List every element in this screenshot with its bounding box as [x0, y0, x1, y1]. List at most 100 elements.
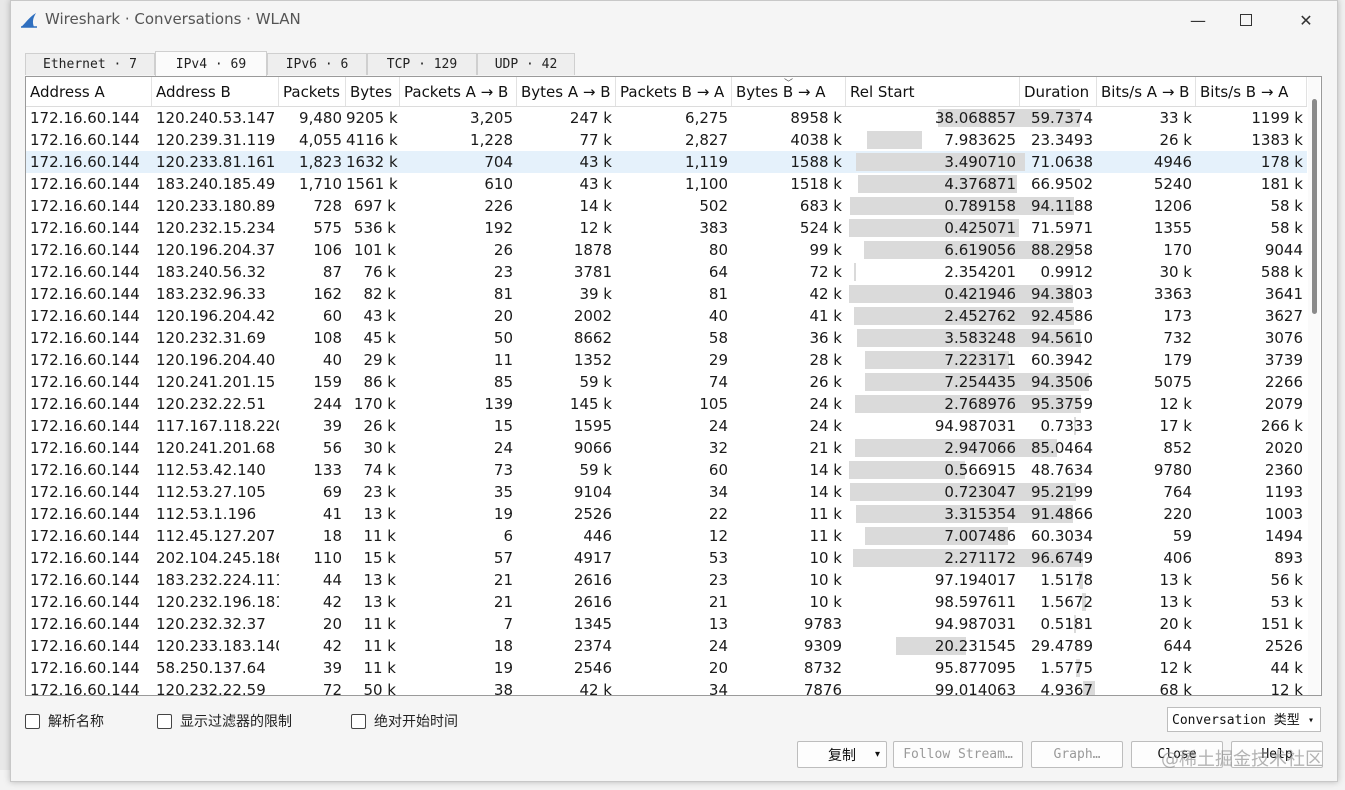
close-window-button[interactable]: ✕	[1283, 5, 1329, 35]
tab-ipv6[interactable]: IPv6 · 6	[267, 53, 367, 75]
column-header-duration[interactable]: Duration	[1020, 77, 1097, 106]
table-row[interactable]: 172.16.60.144 120.233.81.161 1,823 1632 k 70…	[26, 151, 1307, 173]
conversation-type-combo[interactable]: Conversation 类型 ▾	[1167, 707, 1321, 732]
cell-bytes: 15 k	[346, 547, 400, 569]
table-row[interactable]: 172.16.60.144 112.53.42.140 133 74 k 73 59 k 6…	[26, 459, 1307, 481]
column-header-packets-b-a[interactable]: Packets B → A	[616, 77, 732, 106]
column-header-bits-a-b[interactable]: Bits/s A → B	[1097, 77, 1196, 106]
cell-bytes: 50 k	[346, 679, 400, 695]
table-row[interactable]: 172.16.60.144 117.167.118.220 39 26 k 15 1595…	[26, 415, 1307, 437]
table-row[interactable]: 172.16.60.144 120.196.204.37 106 101 k 26 187…	[26, 239, 1307, 261]
resolve-names-checkbox[interactable]: 解析名称	[25, 711, 104, 731]
cell-text: 76 k	[363, 263, 396, 281]
table-row[interactable]: 172.16.60.144 183.232.96.33 162 82 k 81 39 k 8…	[26, 283, 1307, 305]
table-row[interactable]: 172.16.60.144 120.232.32.37 20 11 k 7 1345 13 9…	[26, 613, 1307, 635]
table-row[interactable]: 172.16.60.144 112.45.127.207 18 11 k 6 446 12 1…	[26, 525, 1307, 547]
column-header-packets-a-b[interactable]: Packets A → B	[400, 77, 517, 106]
cell-address-a: 172.16.60.144	[26, 151, 152, 173]
cell-text: 172.16.60.144	[30, 659, 140, 677]
table-row[interactable]: 172.16.60.144 120.233.183.140 42 11 k 18 2374…	[26, 635, 1307, 657]
table-row[interactable]: 172.16.60.144 112.53.27.105 69 23 k 35 9104 34…	[26, 481, 1307, 503]
cell-text: 183.240.185.49	[156, 175, 276, 193]
cell-rel-start: 98.597611	[846, 591, 1020, 613]
cell-text: 88.2958	[1030, 241, 1093, 259]
cell-rel-start: 4.376871	[846, 173, 1020, 195]
column-header-bytes-b-a[interactable]: Bytes B → A	[732, 77, 846, 106]
cell-rel-start: 2.947066	[846, 437, 1020, 459]
checkbox-box[interactable]	[351, 713, 366, 729]
tab-ethernet[interactable]: Ethernet · 7	[25, 53, 155, 75]
cell-text: 11 k	[809, 505, 842, 523]
tab-udp[interactable]: UDP · 42	[477, 53, 575, 75]
cell-bytes-b-a: 683 k	[732, 195, 846, 217]
cell-text: 2020	[1264, 439, 1303, 457]
column-header-packets[interactable]: Packets	[279, 77, 346, 106]
cell-packets: 244	[279, 393, 346, 415]
table-row[interactable]: 172.16.60.144 183.232.224.111 44 13 k 21 2616…	[26, 569, 1307, 591]
cell-bits-a-b: 644	[1097, 635, 1196, 657]
column-header-bits-b-a[interactable]: Bits/s B → A	[1196, 77, 1307, 106]
absolute-start-checkbox[interactable]: 绝对开始时间	[351, 711, 458, 731]
table-row[interactable]: 172.16.60.144 120.241.201.15 159 86 k 85 59 k…	[26, 371, 1307, 393]
cell-bytes-a-b: 2374	[517, 635, 616, 657]
cell-duration: 4.9367	[1020, 679, 1097, 695]
cell-text: 0.421946	[944, 285, 1016, 303]
table-row[interactable]: 172.16.60.144 120.239.31.119 4,055 4116 k 1,…	[26, 129, 1307, 151]
cell-bits-b-a: 1494	[1196, 525, 1307, 547]
cell-bits-a-b: 30 k	[1097, 261, 1196, 283]
graph-button[interactable]: Graph…	[1031, 741, 1123, 768]
tab-ipv4[interactable]: IPv4 · 69	[155, 51, 267, 76]
table-row[interactable]: 172.16.60.144 120.232.31.69 108 45 k 50 8662 5…	[26, 327, 1307, 349]
cell-packets-b-a: 80	[616, 239, 732, 261]
cell-packets-a-b: 3,205	[400, 107, 517, 129]
copy-button[interactable]: 复制 ▾	[797, 741, 887, 768]
checkbox-box[interactable]	[157, 713, 172, 729]
table-row[interactable]: 172.16.60.144 183.240.185.49 1,710 1561 k 61…	[26, 173, 1307, 195]
cell-bits-b-a: 1199 k	[1196, 107, 1307, 129]
table-row[interactable]: 172.16.60.144 120.232.15.234 575 536 k 192 12…	[26, 217, 1307, 239]
scrollbar-thumb[interactable]	[1312, 99, 1317, 314]
column-header-bytes[interactable]: Bytes	[346, 77, 400, 106]
cell-address-a: 172.16.60.144	[26, 393, 152, 415]
maximize-button[interactable]	[1223, 5, 1269, 35]
cell-text: 172.16.60.144	[30, 197, 140, 215]
table-row[interactable]: 172.16.60.144 120.196.204.42 60 43 k 20 2002 4…	[26, 305, 1307, 327]
cell-rel-start: 2.452762	[846, 305, 1020, 327]
column-header-bytes-a-b[interactable]: Bytes A → B	[517, 77, 616, 106]
cell-text: 22	[708, 505, 728, 523]
table-row[interactable]: 172.16.60.144 183.240.56.32 87 76 k 23 3781 64…	[26, 261, 1307, 283]
cell-text: 1,100	[685, 175, 728, 193]
cell-text: 94.5610	[1030, 329, 1093, 347]
table-row[interactable]: 172.16.60.144 120.232.196.181 42 13 k 21 2616…	[26, 591, 1307, 613]
limit-to-filter-checkbox[interactable]: 显示过滤器的限制	[157, 711, 292, 731]
column-header-rel-start[interactable]: Rel Start	[846, 77, 1020, 106]
table-row[interactable]: 172.16.60.144 120.196.204.40 40 29 k 11 1352 2…	[26, 349, 1307, 371]
cell-text: 4038 k	[790, 131, 842, 149]
column-header-address-a[interactable]: Address A	[26, 77, 152, 106]
table-row[interactable]: 172.16.60.144 120.232.22.59 72 50 k 38 42 k 34…	[26, 679, 1307, 695]
cell-text: 3641	[1264, 285, 1303, 303]
column-header-address-b[interactable]: Address B	[152, 77, 279, 106]
table-row[interactable]: 172.16.60.144 120.232.22.51 244 170 k 139 145…	[26, 393, 1307, 415]
cell-text: 85.0464	[1030, 439, 1093, 457]
cell-packets-a-b: 192	[400, 217, 517, 239]
vertical-scrollbar[interactable]	[1308, 77, 1320, 695]
absolute-start-label: 绝对开始时间	[374, 714, 458, 730]
follow-stream-button[interactable]: Follow Stream…	[893, 741, 1023, 768]
cell-bits-a-b: 59	[1097, 525, 1196, 547]
cell-text: 181 k	[1260, 175, 1303, 193]
cell-address-a: 172.16.60.144	[26, 569, 152, 591]
table-row[interactable]: 172.16.60.144 202.104.245.186 110 15 k 57 491…	[26, 547, 1307, 569]
table-row[interactable]: 172.16.60.144 120.233.180.89 728 697 k 226 14…	[26, 195, 1307, 217]
cell-packets-a-b: 21	[400, 591, 517, 613]
cell-bits-b-a: 266 k	[1196, 415, 1307, 437]
table-row[interactable]: 172.16.60.144 58.250.137.64 39 11 k 19 2546 20…	[26, 657, 1307, 679]
table-row[interactable]: 172.16.60.144 120.241.201.68 56 30 k 24 9066 3…	[26, 437, 1307, 459]
cell-text: 172.16.60.144	[30, 395, 140, 413]
tab-tcp[interactable]: TCP · 129	[367, 53, 477, 75]
table-row[interactable]: 172.16.60.144 112.53.1.196 41 13 k 19 2526 22 1…	[26, 503, 1307, 525]
conversations-table[interactable]: ﹀ Address A Address B Packets Bytes Packets …	[25, 76, 1322, 696]
minimize-button[interactable]: —	[1175, 5, 1221, 35]
table-row[interactable]: 172.16.60.144 120.240.53.147 9,480 9205 k 3,…	[26, 107, 1307, 129]
checkbox-box[interactable]	[25, 713, 40, 729]
